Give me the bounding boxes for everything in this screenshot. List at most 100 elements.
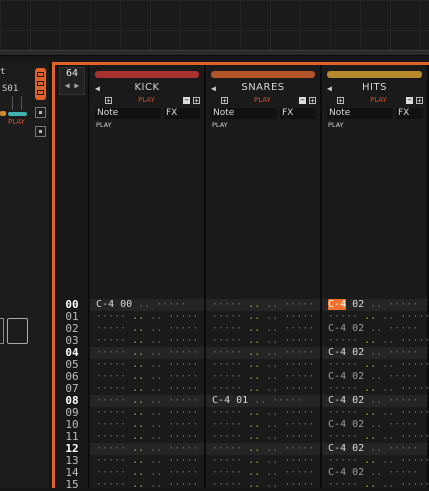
fx-cell[interactable]: ····· [394,383,429,394]
instrument-cell[interactable]: .. [242,323,260,334]
fx-cell[interactable]: ····· [278,347,314,358]
volume-cell[interactable]: .. [144,407,162,418]
fader-track[interactable] [12,96,22,110]
note-cell[interactable]: ····· [96,395,126,406]
pattern-row[interactable]: ····· .. .. ····· [206,431,320,443]
pattern-row[interactable]: ····· .. .. ····· [322,479,429,491]
fx-cell[interactable]: ····· [162,407,198,418]
volume-cell[interactable]: .. [376,431,394,442]
volume-cell[interactable]: .. [260,443,278,454]
pattern-row[interactable]: C-4 02 .. ····· [322,347,427,359]
volume-cell[interactable]: .. [364,347,382,358]
pattern-row[interactable]: C-4 00 .. ····· [90,299,204,311]
note-column-header[interactable]: Note [211,108,277,119]
volume-cell[interactable]: .. [144,359,162,370]
instrument-cell[interactable]: 02 [346,467,364,478]
pattern-row[interactable]: ····· .. .. ····· [206,455,320,467]
note-column-header[interactable]: Note [95,108,161,119]
instrument-cell[interactable]: .. [358,479,376,490]
fx-cell[interactable]: ····· [394,311,429,322]
fx-cell[interactable]: ····· [278,383,314,394]
clip-slot[interactable] [7,318,28,344]
instrument-cell[interactable]: .. [126,419,144,430]
fx-cell[interactable]: ····· [382,419,418,430]
note-cell[interactable]: ····· [96,335,126,346]
fx-cell[interactable]: ····· [394,431,429,442]
pattern-row[interactable]: ····· .. .. ····· [322,455,429,467]
volume-cell[interactable]: .. [364,443,382,454]
pattern-row[interactable]: ····· .. .. ····· [206,311,320,323]
length-arrows-icon[interactable]: ◀ ▶ [60,80,84,92]
pattern-row[interactable]: ····· .. .. ····· [206,371,320,383]
note-cell[interactable]: ····· [212,431,242,442]
volume-cell[interactable]: .. [260,407,278,418]
pattern-row[interactable]: ····· .. .. ····· [206,479,320,491]
fx-column-header[interactable]: FX [396,108,423,119]
note-cell[interactable]: C-4 [328,467,346,478]
pattern-row[interactable]: ····· .. .. ····· [206,347,320,359]
volume-cell[interactable]: .. [260,479,278,490]
pattern-row[interactable]: ····· .. .. ····· [322,311,429,323]
add-column-icon[interactable]: + [105,97,112,105]
volume-cell[interactable]: .. [260,455,278,466]
instrument-cell[interactable]: .. [126,359,144,370]
pattern-row[interactable]: ····· .. .. ····· [206,383,320,395]
volume-cell[interactable]: .. [364,467,382,478]
instrument-cell[interactable]: 02 [346,443,364,454]
fx-cell[interactable]: ····· [278,419,314,430]
note-cell[interactable]: ····· [212,347,242,358]
pattern-row[interactable]: C-4 02 .. ····· [322,419,427,431]
volume-cell[interactable]: .. [144,383,162,394]
track-kick[interactable]: ◀ KICK + PLAY − + Note FX PLAY C-4 00 .. ····· ·… [90,65,206,490]
pattern-row[interactable]: C-4 02 .. ····· [322,467,427,479]
instrument-cell[interactable]: .. [242,311,260,322]
instrument-cell[interactable]: .. [126,347,144,358]
fx-cell[interactable]: ····· [162,455,198,466]
instrument-cell[interactable]: 00 [114,299,132,310]
volume-cell[interactable]: .. [364,323,382,334]
track-name[interactable]: SNARES [206,82,320,93]
fx-cell[interactable]: ····· [278,431,314,442]
pattern-row[interactable]: ····· .. .. ····· [206,443,320,455]
instrument-cell[interactable]: .. [126,323,144,334]
pattern-length-box[interactable]: 64 ◀ ▶ [59,67,85,95]
pattern-row[interactable]: C-4 02 .. ····· [322,323,427,335]
instrument-cell[interactable]: .. [242,443,260,454]
fx-cell[interactable]: ····· [162,335,198,346]
pattern-row[interactable]: ····· .. .. ····· [322,407,429,419]
note-cell[interactable]: ····· [328,431,358,442]
note-cell[interactable]: ····· [212,335,242,346]
instrument-cell[interactable]: .. [126,383,144,394]
note-cell[interactable]: ····· [96,419,126,430]
note-cell[interactable]: C-4 [328,443,346,454]
instrument-cell[interactable]: .. [242,335,260,346]
note-cell[interactable]: ····· [212,371,242,382]
fx-cell[interactable]: ····· [382,323,418,334]
remove-column-icon[interactable]: − [299,97,306,104]
fx-cell[interactable]: ····· [278,467,314,478]
note-cell[interactable]: ····· [212,383,242,394]
volume-cell[interactable]: .. [144,455,162,466]
collapse-arrow-icon[interactable]: ◀ [95,84,100,93]
instrument-cell[interactable]: .. [358,431,376,442]
pattern-row[interactable]: C-4 02 .. ····· [322,299,427,311]
instrument-cell[interactable]: .. [126,455,144,466]
track-snares[interactable]: ◀ SNARES + PLAY − + Note FX PLAY ····· .. .. ···… [206,65,322,491]
pattern-row[interactable]: ····· .. .. ····· [322,335,429,347]
pattern-row[interactable]: ····· .. .. ····· [90,371,204,383]
instrument-cell[interactable]: .. [242,371,260,382]
pattern-row[interactable]: ····· .. .. ····· [322,383,429,395]
note-cell[interactable]: ····· [212,359,242,370]
note-cell[interactable]: ····· [328,455,358,466]
fx-cell[interactable]: ····· [150,299,186,310]
pattern-row[interactable]: ····· .. .. ····· [90,359,204,371]
fx-cell[interactable]: ····· [382,443,418,454]
fx-cell[interactable]: ····· [162,419,198,430]
note-cell[interactable]: ····· [212,479,242,490]
fx-cell[interactable]: ····· [266,395,302,406]
collapse-arrow-icon[interactable]: ◀ [327,84,332,93]
volume-cell[interactable]: .. [364,419,382,430]
fx-cell[interactable]: ····· [278,323,314,334]
volume-cell[interactable]: .. [144,371,162,382]
fx-cell[interactable]: ····· [162,479,198,490]
